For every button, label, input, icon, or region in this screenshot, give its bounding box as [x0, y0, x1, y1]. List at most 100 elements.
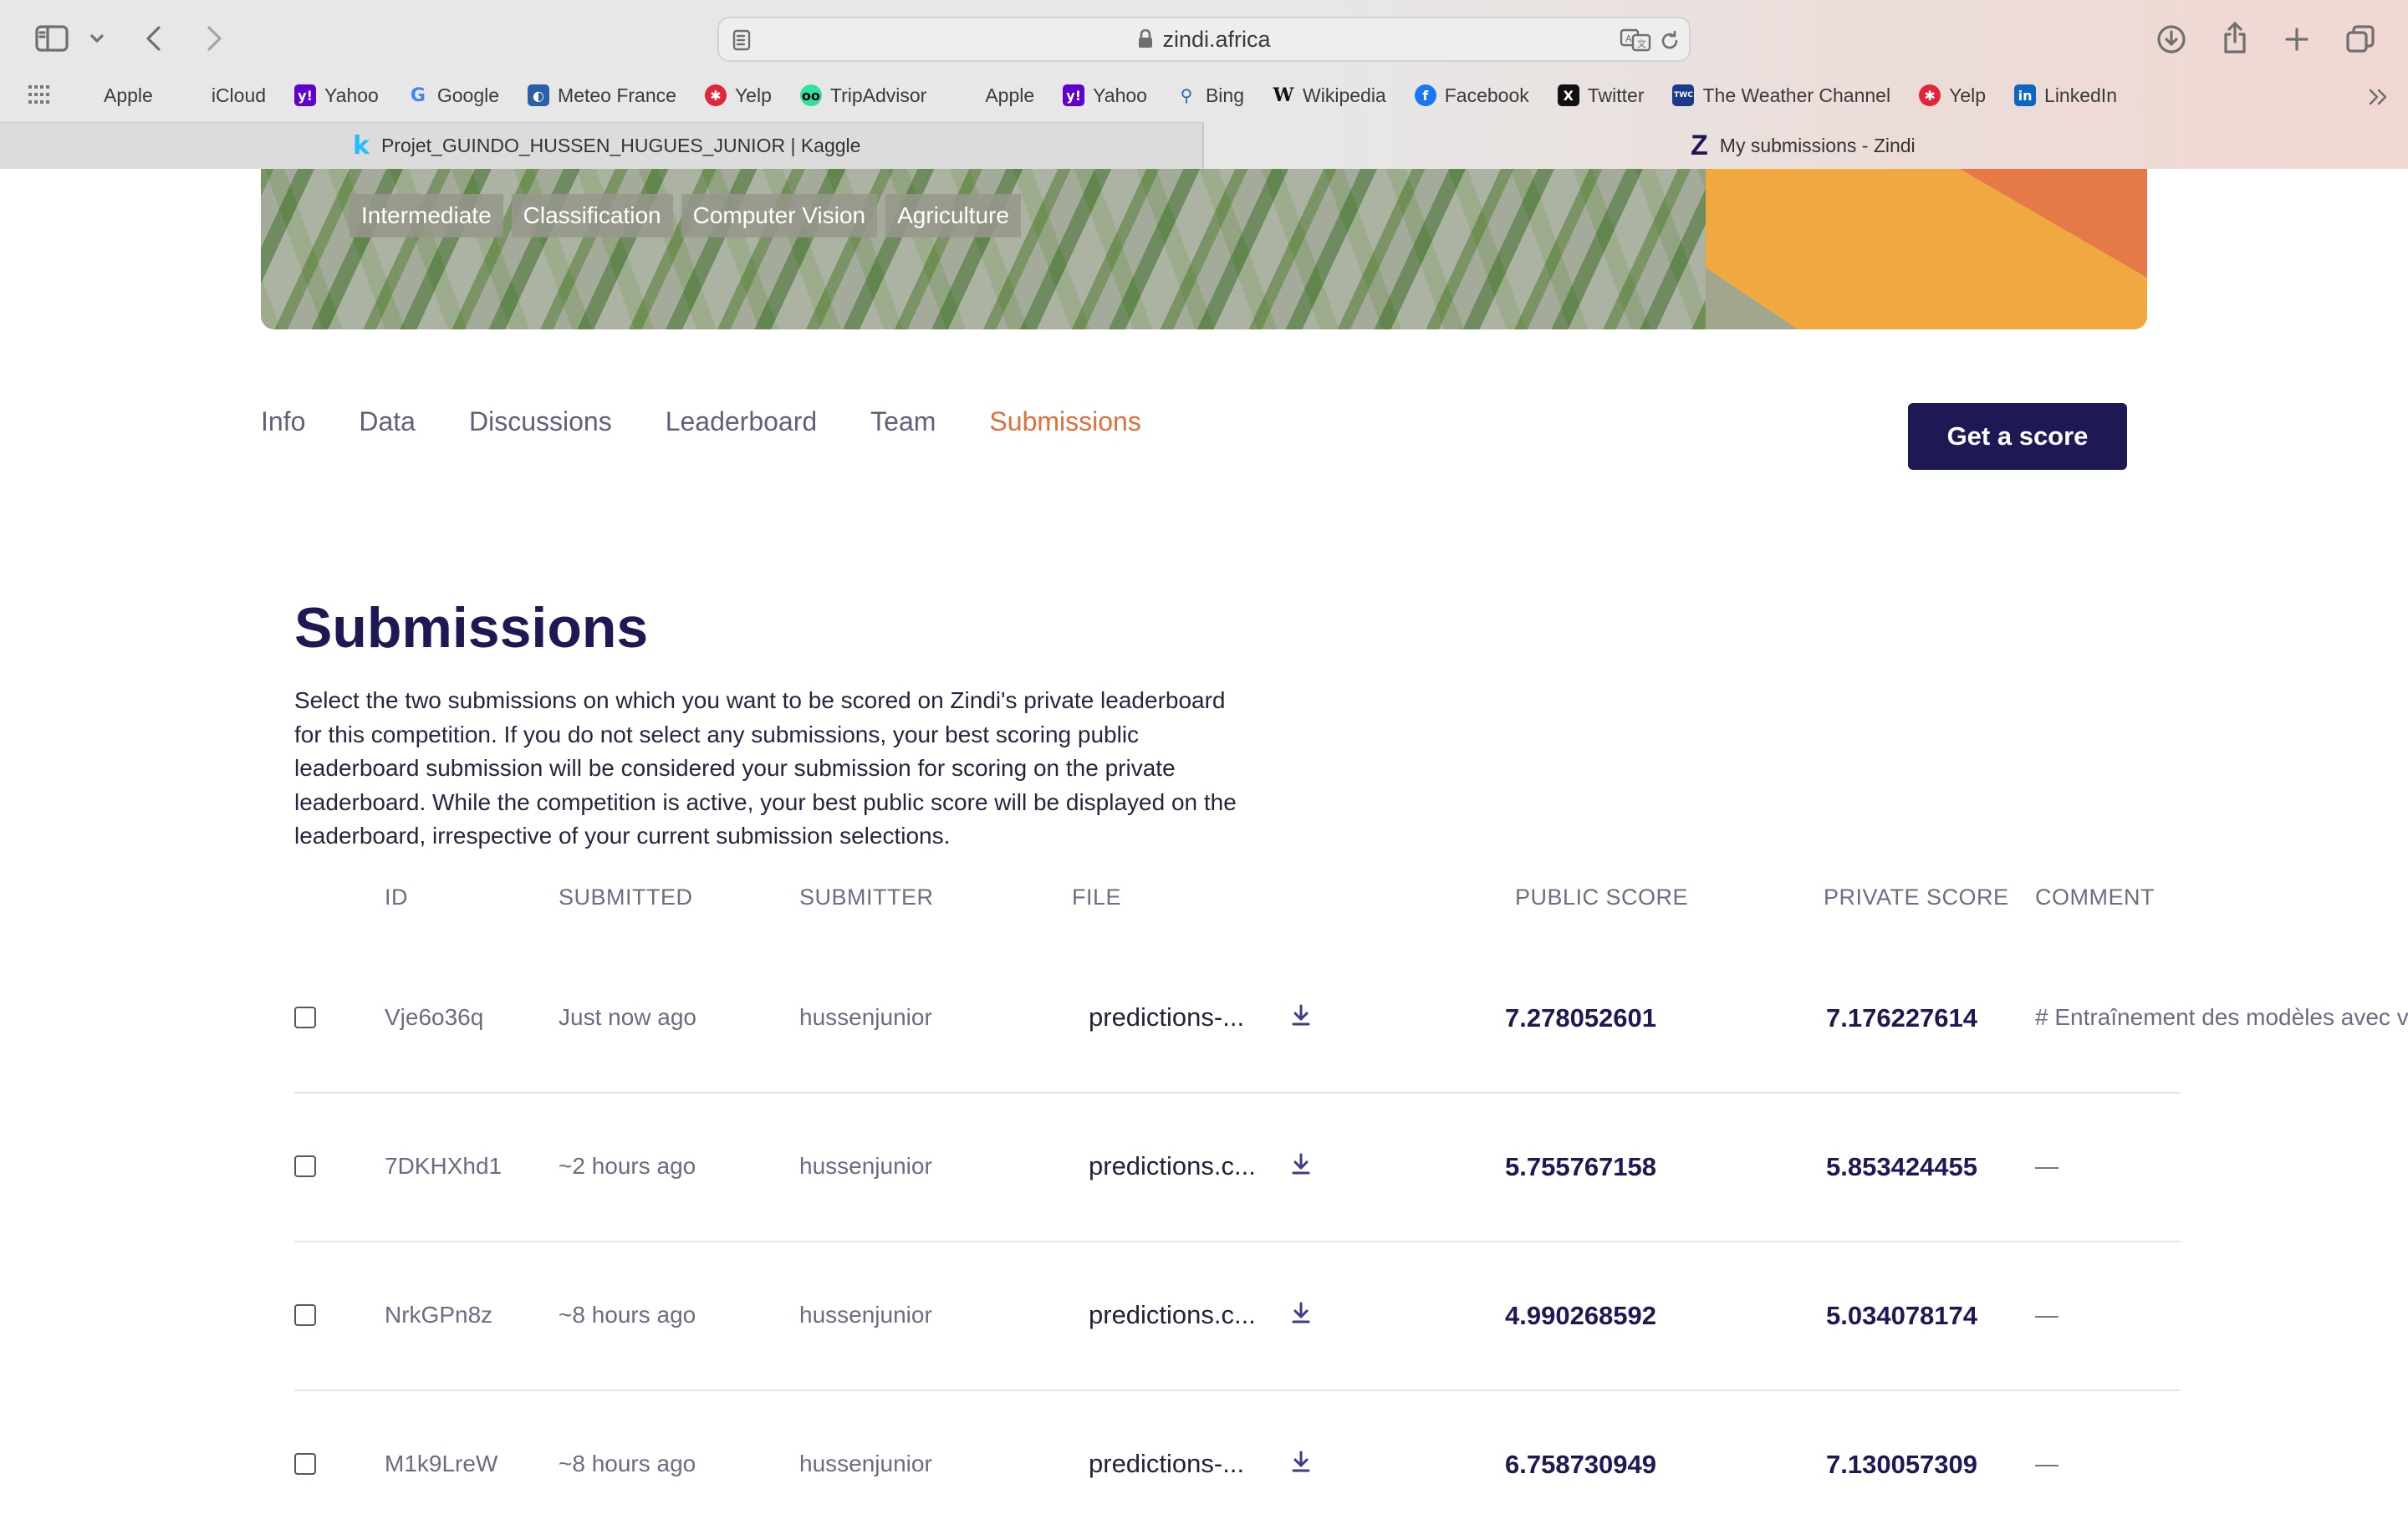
back-icon[interactable] [137, 22, 171, 55]
new-tab-icon[interactable] [2279, 22, 2314, 57]
tab-overview-icon[interactable] [2343, 22, 2378, 57]
bookmark-yelp-2[interactable]: ✱ Yelp [1919, 84, 1986, 107]
bookmarks-overflow-icon[interactable] [2366, 85, 2391, 109]
comment-text: — [2035, 1451, 2059, 1476]
download-file-icon[interactable] [1291, 1003, 1311, 1027]
bookmark-facebook[interactable]: f Facebook [1414, 84, 1529, 107]
column-header-private-score: PRIVATE SCORE [1824, 885, 2009, 910]
public-score: 7.278052601 [1505, 1003, 1657, 1033]
tag-intermediate[interactable]: Intermediate [349, 194, 503, 237]
download-icon[interactable] [2154, 22, 2189, 57]
tag-classification[interactable]: Classification [511, 194, 673, 237]
public-score: 4.990268592 [1505, 1301, 1657, 1330]
bookmark-bing[interactable]: ⚲ Bing [1176, 84, 1244, 107]
competition-nav: Info Data Discussions Leaderboard Team S… [261, 406, 1195, 437]
tab-bar: k Projet_GUINDO_HUSSEN_HUGUES_JUNIOR | K… [0, 122, 2408, 169]
zindi-icon: Z [1691, 129, 1708, 161]
column-header-comment: COMMENT [2035, 885, 2155, 910]
bookmark-tripadvisor[interactable]: oo TripAdvisor [799, 84, 926, 107]
competition-tags: Intermediate Classification Computer Vis… [349, 194, 1021, 237]
competition-banner: Intermediate Classification Computer Vis… [261, 169, 2147, 329]
url-text: zindi.africa [1162, 26, 1271, 52]
forward-icon[interactable] [197, 22, 231, 55]
submitter-name[interactable]: hussenjunior [799, 1302, 932, 1328]
tab-zindi[interactable]: Z My submissions - Zindi [1204, 122, 2408, 169]
bookmark-apple[interactable]: Apple [74, 84, 153, 107]
yelp-icon: ✱ [1919, 84, 1941, 106]
select-checkbox[interactable] [294, 1453, 316, 1475]
wikipedia-icon: W [1273, 84, 1294, 106]
table-row: Vje6o36q Just now ago hussenjunior predi… [294, 945, 2408, 1094]
comment-text: — [2035, 1302, 2059, 1328]
bookmark-apple-2[interactable]: Apple [955, 84, 1034, 107]
apps-grid-icon[interactable] [28, 85, 49, 105]
yahoo-icon: y! [294, 84, 317, 106]
select-checkbox[interactable] [294, 1007, 316, 1028]
bookmark-google[interactable]: G Google [407, 84, 499, 107]
bookmark-yahoo[interactable]: y! Yahoo [294, 84, 379, 107]
submission-id: NrkGPn8z [385, 1302, 493, 1328]
reload-icon[interactable] [1657, 28, 1682, 54]
search-icon: ⚲ [1180, 85, 1193, 105]
tab-discussions[interactable]: Discussions [469, 406, 612, 437]
submitted-time: ~8 hours ago [559, 1302, 696, 1328]
download-file-icon[interactable] [1291, 1152, 1311, 1175]
lock-icon [1137, 29, 1154, 49]
submission-id: 7DKHXhd1 [385, 1153, 503, 1179]
tag-computer-vision[interactable]: Computer Vision [681, 194, 878, 237]
page-title: Submissions [294, 596, 649, 660]
bookmark-yelp[interactable]: ✱ Yelp [704, 84, 772, 107]
file-name[interactable]: predictions-... [1089, 1002, 1244, 1033]
download-file-icon[interactable] [1291, 1301, 1311, 1324]
bookmark-weather-channel[interactable]: TWC The Weather Channel [1672, 84, 1890, 107]
column-header-id: ID [385, 885, 408, 910]
file-name[interactable]: predictions.c... [1089, 1151, 1256, 1181]
bookmark-twitter[interactable]: X Twitter [1557, 84, 1644, 107]
table-row: M1k9LreW ~8 hours ago hussenjunior predi… [294, 1391, 2181, 1540]
file-name[interactable]: predictions-... [1089, 1449, 1244, 1479]
x-icon: X [1557, 84, 1579, 106]
bookmark-linkedin[interactable]: in LinkedIn [2014, 84, 2117, 107]
submitted-time: Just now ago [559, 1004, 696, 1030]
get-a-score-button[interactable]: Get a score [1908, 403, 2127, 470]
tab-team[interactable]: Team [870, 406, 936, 437]
submitted-time: ~2 hours ago [559, 1153, 696, 1179]
tab-submissions[interactable]: Submissions [989, 406, 1140, 437]
file-name[interactable]: predictions.c... [1089, 1300, 1256, 1330]
chevron-down-icon[interactable] [87, 28, 107, 48]
bookmark-yahoo-2[interactable]: y! Yahoo [1063, 84, 1147, 107]
yahoo-icon: y! [1063, 84, 1085, 106]
tab-info[interactable]: Info [261, 406, 305, 437]
address-bar[interactable]: zindi.africa A文 [717, 17, 1691, 62]
select-checkbox[interactable] [294, 1155, 316, 1177]
meteo-france-icon: ◐ [528, 84, 550, 106]
column-header-public-score: PUBLIC SCORE [1515, 885, 1689, 910]
private-score: 5.853424455 [1826, 1152, 1978, 1181]
translate-icon[interactable]: A文 [1619, 27, 1652, 54]
submission-id: Vje6o36q [385, 1004, 484, 1030]
comment-text: # Entraînement des modèles avec v [2035, 1004, 2408, 1030]
tag-agriculture[interactable]: Agriculture [885, 194, 1021, 237]
tab-leaderboard[interactable]: Leaderboard [666, 406, 817, 437]
select-checkbox[interactable] [294, 1304, 316, 1326]
bookmark-icloud[interactable]: iCloud [181, 84, 266, 107]
browser-chrome: zindi.africa A文 Apple iCloud y! Yahoo G Go… [0, 0, 2408, 169]
submitter-name[interactable]: hussenjunior [799, 1451, 932, 1477]
private-score: 5.034078174 [1826, 1301, 1978, 1330]
bookmark-meteo-france[interactable]: ◐ Meteo France [528, 84, 676, 107]
apple-icon [74, 84, 95, 106]
submissions-description: Select the two submissions on which you … [294, 687, 1237, 849]
column-header-submitted: SUBMITTED [559, 885, 693, 910]
submitter-name[interactable]: hussenjunior [799, 1153, 932, 1180]
submission-id: M1k9LreW [385, 1451, 498, 1476]
bookmark-wikipedia[interactable]: W Wikipedia [1273, 84, 1386, 107]
tab-kaggle[interactable]: k Projet_GUINDO_HUSSEN_HUGUES_JUNIOR | K… [0, 122, 1204, 169]
tab-data[interactable]: Data [359, 406, 416, 437]
sidebar-toggle-icon[interactable] [33, 22, 70, 55]
share-icon[interactable] [2217, 18, 2252, 57]
bookmarks-bar: Apple iCloud y! Yahoo G Google ◐ Meteo Fran… [0, 77, 2408, 114]
download-file-icon[interactable] [1291, 1450, 1311, 1473]
weather-channel-icon: TWC [1672, 84, 1695, 106]
submitter-name[interactable]: hussenjunior [799, 1004, 932, 1031]
column-header-submitter: SUBMITTER [799, 885, 934, 910]
